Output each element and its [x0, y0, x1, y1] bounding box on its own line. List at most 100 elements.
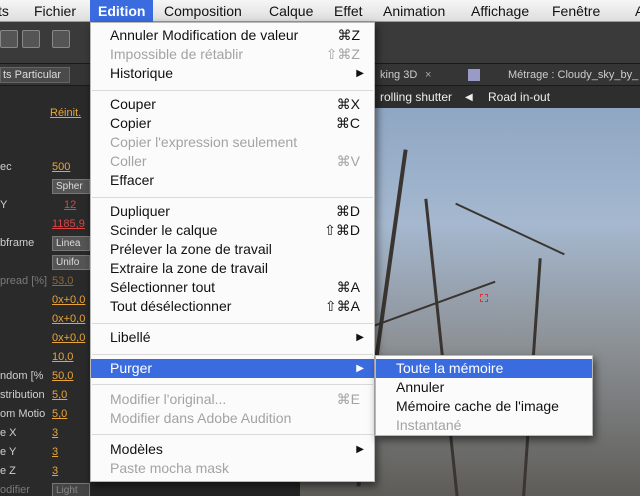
- menu-item-undo[interactable]: Annuler Modification de valeur ⌘Z: [91, 26, 374, 45]
- menu-composition[interactable]: Composition: [156, 0, 250, 22]
- effect-property-row: 0x+0,0: [0, 329, 90, 348]
- tree-trunk: [424, 198, 459, 496]
- effect-property-row: Spher: [0, 177, 90, 196]
- property-value[interactable]: 50,0: [52, 367, 73, 386]
- effect-property-row: e Z 3: [0, 462, 90, 481]
- rectangle-tool-icon[interactable]: [52, 30, 70, 48]
- menu-fichier[interactable]: Fichier: [26, 0, 84, 22]
- close-icon[interactable]: ×: [425, 67, 431, 83]
- menu-aide[interactable]: Aid: [627, 0, 640, 22]
- submenu-arrow-icon: ▶: [356, 444, 364, 455]
- menu-separator: [92, 90, 373, 91]
- menu-item-extract-work-area[interactable]: Extraire la zone de travail: [91, 259, 374, 278]
- menu-item-duplicate[interactable]: Dupliquer ⌘D: [91, 202, 374, 221]
- effect-property-row: 0x+0,0: [0, 291, 90, 310]
- property-label: ec: [0, 161, 12, 173]
- submenu-item-undo[interactable]: Annuler: [376, 378, 592, 397]
- property-dropdown[interactable]: Linea: [52, 236, 90, 251]
- menu-item-copy-expression: Copier l'expression seulement: [110, 134, 298, 150]
- effect-property-row: Unifo: [0, 253, 90, 272]
- menu-item-label[interactable]: Libellé ▶: [91, 328, 374, 347]
- effect-property-row: e Y 3: [0, 443, 90, 462]
- menu-animation[interactable]: Animation: [375, 0, 453, 22]
- property-label: Y: [0, 199, 8, 211]
- effect-property-row: pread [%] 53,0: [0, 272, 90, 291]
- submenu-item-image-cache[interactable]: Mémoire cache de l'image: [376, 397, 592, 416]
- menu-affichage[interactable]: Affichage: [463, 0, 537, 22]
- property-dropdown[interactable]: Unifo: [52, 255, 90, 270]
- menu-calque[interactable]: Calque: [261, 0, 321, 22]
- menu-item-edit-original: Modifier l'original... ⌘E: [110, 391, 360, 407]
- menu-separator: [92, 323, 373, 324]
- property-value[interactable]: 1185,9: [52, 215, 85, 234]
- menu-effet[interactable]: Effet: [326, 0, 371, 22]
- menu-item-clear[interactable]: Effacer: [91, 171, 374, 190]
- menu-item-lift-work-area[interactable]: Prélever la zone de travail: [91, 240, 374, 259]
- road-inout-link[interactable]: Road in-out: [488, 89, 550, 105]
- footage-tab[interactable]: Métrage : Cloudy_sky_by_: [508, 67, 638, 83]
- submenu-item-all-memory[interactable]: Toute la mémoire: [376, 359, 592, 378]
- property-value[interactable]: 5,0: [52, 405, 67, 424]
- menu-separator: [92, 384, 373, 385]
- effect-property-row: ndom [% 50,0: [0, 367, 90, 386]
- menu-item-paste: Coller ⌘V: [110, 153, 360, 169]
- edition-menu: Annuler Modification de valeur ⌘Z Impossi…: [90, 22, 375, 482]
- property-value[interactable]: 500: [52, 158, 70, 177]
- property-value[interactable]: 10,0: [52, 348, 73, 367]
- camera-tool-icon[interactable]: [22, 30, 40, 48]
- menu-effects-partial[interactable]: ts: [0, 0, 17, 22]
- property-label: e Y: [0, 446, 17, 458]
- menu-item-edit-in-audition: Modifier dans Adobe Audition: [110, 410, 292, 426]
- property-value[interactable]: 3: [52, 462, 58, 481]
- menu-separator: [92, 354, 373, 355]
- property-label: pread [%]: [0, 275, 48, 287]
- effect-property-row: 10,0: [0, 348, 90, 367]
- menu-separator: [92, 434, 373, 435]
- nav-back-icon[interactable]: ◀: [465, 90, 473, 106]
- property-label: stribution: [0, 389, 45, 401]
- menu-item-history[interactable]: Historique ▶: [91, 64, 374, 83]
- property-dropdown[interactable]: Spher: [52, 179, 90, 194]
- menu-item-templates[interactable]: Modèles ▶: [91, 440, 374, 459]
- effect-controls-panel: Réinit. ec 500 Spher Y 12 1185,9 bframe Linea Un…: [0, 86, 90, 496]
- grid-tool-icon[interactable]: [0, 30, 18, 48]
- effect-property-row: e X 3: [0, 424, 90, 443]
- composition-tab[interactable]: king 3D: [380, 67, 417, 83]
- property-value[interactable]: 0x+0,0: [52, 291, 85, 310]
- menu-item-deselect-all[interactable]: Tout désélectionner ⇧⌘A: [91, 297, 374, 316]
- menu-bar: ts Fichier Edition Composition Calque Ef…: [0, 0, 640, 22]
- property-dropdown[interactable]: Light: [52, 483, 90, 496]
- effect-property-row: 0x+0,0: [0, 310, 90, 329]
- property-label: bframe: [0, 237, 35, 249]
- menu-separator: [92, 197, 373, 198]
- effect-property-row: bframe Linea: [0, 234, 90, 253]
- tree-branch: [455, 202, 565, 256]
- property-value[interactable]: 3: [52, 443, 58, 462]
- effect-row: Réinit.: [0, 104, 90, 123]
- menu-item-select-all[interactable]: Sélectionner tout ⌘A: [91, 278, 374, 297]
- menu-item-split-layer[interactable]: Scinder le calque ⇧⌘D: [91, 221, 374, 240]
- submenu-arrow-icon: ▶: [356, 363, 364, 374]
- menu-item-purge[interactable]: Purger ▶: [91, 359, 374, 378]
- footage-label-color: [468, 69, 480, 81]
- reset-link[interactable]: Réinit.: [50, 104, 81, 123]
- submenu-item-snapshot: Instantané: [396, 417, 462, 433]
- effect-property-row: stribution 5,0: [0, 386, 90, 405]
- rolling-shutter-link[interactable]: rolling shutter: [380, 89, 452, 105]
- property-value[interactable]: 3: [52, 424, 58, 443]
- property-value[interactable]: 5,0: [52, 386, 67, 405]
- property-value[interactable]: 0x+0,0: [52, 310, 85, 329]
- effect-property-row: Y 12: [0, 196, 90, 215]
- menu-fenetre[interactable]: Fenêtre: [544, 0, 608, 22]
- menu-item-cut[interactable]: Couper ⌘X: [91, 95, 374, 114]
- effect-layer-select[interactable]: ts Particular: [0, 67, 70, 83]
- property-value[interactable]: 0x+0,0: [52, 329, 85, 348]
- property-value[interactable]: 12: [64, 196, 76, 215]
- menu-edition[interactable]: Edition: [90, 0, 154, 22]
- tracking-point[interactable]: [480, 294, 488, 302]
- property-label: ndom [%: [0, 370, 44, 382]
- property-label: om Motio: [0, 408, 46, 420]
- property-label: odifier: [0, 484, 30, 496]
- property-value[interactable]: 53,0: [52, 272, 73, 291]
- menu-item-copy[interactable]: Copier ⌘C: [91, 114, 374, 133]
